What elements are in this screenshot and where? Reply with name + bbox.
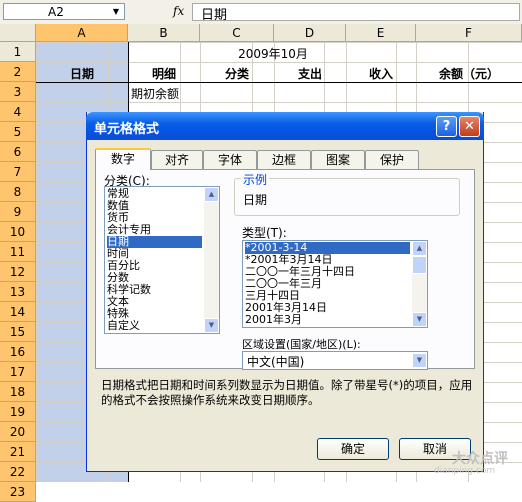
header-cell-expense[interactable]: 支出 xyxy=(274,65,346,82)
row-header[interactable]: 15 xyxy=(0,322,36,342)
row-header[interactable]: 18 xyxy=(0,382,36,402)
row-header[interactable]: 21 xyxy=(0,442,36,462)
select-all-corner[interactable] xyxy=(0,24,36,42)
list-item[interactable]: 自定义 xyxy=(107,320,140,332)
category-list[interactable]: 常规 数值 货币 会计专用 日期 时间 百分比 分数 科学记数 文本 特殊 自定… xyxy=(104,186,220,334)
formula-bar: A2 ▼ fx 日期 xyxy=(0,0,522,25)
tab-number[interactable]: 数字 xyxy=(95,148,151,170)
name-box-value: A2 xyxy=(48,5,64,19)
locale-label: 区域设置(国家/地区)(L): xyxy=(242,338,361,351)
header-border xyxy=(36,82,522,83)
row-header[interactable]: 17 xyxy=(0,362,36,382)
scroll-up-icon[interactable]: ▲ xyxy=(412,241,427,256)
type-scrollbar[interactable]: ▲ ▼ xyxy=(412,241,427,327)
row-header[interactable]: 2 xyxy=(0,62,36,82)
sheet-title[interactable]: 2009年10月 xyxy=(200,45,346,62)
row-header[interactable]: 16 xyxy=(0,342,36,362)
watermark-logo: 大众点评 xyxy=(452,451,508,467)
number-tab-panel: 分类(C): 常规 数值 货币 会计专用 日期 时间 百分比 分数 科学记数 文… xyxy=(95,169,475,370)
category-scrollbar[interactable]: ▲ ▼ xyxy=(204,187,219,333)
name-box[interactable]: A2 ▼ xyxy=(3,3,125,20)
sample-label: 示例 xyxy=(241,171,270,188)
row-header[interactable]: 11 xyxy=(0,242,36,262)
scroll-thumb[interactable] xyxy=(412,256,427,274)
header-cell-detail[interactable]: 明细 xyxy=(128,65,200,82)
fx-icon: fx xyxy=(173,4,185,18)
chevron-down-icon[interactable]: ▼ xyxy=(109,5,123,18)
col-header-e[interactable]: E xyxy=(346,24,416,42)
row-header[interactable]: 10 xyxy=(0,222,36,242)
header-cell-category[interactable]: 分类 xyxy=(200,65,274,82)
row-header[interactable]: 7 xyxy=(0,162,36,182)
scroll-down-icon[interactable]: ▼ xyxy=(412,312,427,327)
row-header[interactable]: 19 xyxy=(0,402,36,422)
type-list[interactable]: *2001-3-14 *2001年3月14日 二〇〇一年三月十四日 二〇〇一年三… xyxy=(242,240,428,328)
scroll-down-icon[interactable]: ▼ xyxy=(204,318,219,333)
locale-value: 中文(中国) xyxy=(247,355,305,369)
dialog-titlebar[interactable]: 单元格格式 ? ✕ xyxy=(86,112,484,140)
tab-protection[interactable]: 保护 xyxy=(365,150,419,169)
format-description: 日期格式把日期和时间系列数显示为日期值。除了带星号(*)的项目，应用的格式不会按… xyxy=(101,378,473,407)
col-header-a[interactable]: A xyxy=(36,24,128,42)
opening-balance-cell[interactable]: 期初余额 xyxy=(131,85,179,102)
tab-patterns[interactable]: 图案 xyxy=(311,150,365,169)
formula-content: 日期 xyxy=(201,8,228,23)
tab-alignment[interactable]: 对齐 xyxy=(151,150,203,169)
help-icon[interactable]: ? xyxy=(436,116,457,137)
row-header[interactable]: 12 xyxy=(0,262,36,282)
col-header-c[interactable]: C xyxy=(200,24,274,42)
header-cell-income[interactable]: 收入 xyxy=(346,65,416,82)
row-header[interactable]: 13 xyxy=(0,282,36,302)
row-header[interactable]: 4 xyxy=(0,102,36,122)
row-header[interactable]: 14 xyxy=(0,302,36,322)
format-cells-dialog: 单元格格式 ? ✕ 数字 对齐 字体 边框 图案 保护 分类(C): 常规 数值… xyxy=(86,112,484,472)
fx-button[interactable]: fx xyxy=(130,0,190,24)
row-header[interactable]: 6 xyxy=(0,142,36,162)
sample-group: 示例 日期 xyxy=(234,171,460,216)
formula-input[interactable]: 日期 xyxy=(192,3,520,23)
row-header[interactable]: 1 xyxy=(0,42,36,62)
row-header[interactable]: 9 xyxy=(0,202,36,222)
row-header[interactable]: 23 xyxy=(0,482,36,502)
chevron-down-icon[interactable]: ▼ xyxy=(412,353,427,368)
row-header[interactable]: 5 xyxy=(0,122,36,142)
row-header[interactable]: 8 xyxy=(0,182,36,202)
scroll-up-icon[interactable]: ▲ xyxy=(204,187,219,202)
row-header[interactable]: 3 xyxy=(0,82,36,102)
ok-button[interactable]: 确定 xyxy=(317,438,389,460)
tab-font[interactable]: 字体 xyxy=(203,150,257,169)
watermark-url: dianping.com xyxy=(434,466,496,476)
col-header-d[interactable]: D xyxy=(274,24,346,42)
locale-select[interactable]: 中文(中国) ▼ xyxy=(242,351,428,370)
col-header-b[interactable]: B xyxy=(128,24,200,42)
row-header[interactable]: 22 xyxy=(0,462,36,482)
header-cell-balance[interactable]: 余额（元） xyxy=(416,65,522,82)
sample-value: 日期 xyxy=(243,193,268,207)
tab-border[interactable]: 边框 xyxy=(257,150,311,169)
dialog-title: 单元格格式 xyxy=(94,122,160,137)
header-cell-date[interactable]: 日期 xyxy=(36,65,128,82)
list-item[interactable]: 2001年3月 xyxy=(245,314,302,326)
row-header[interactable]: 20 xyxy=(0,422,36,442)
col-header-f[interactable]: F xyxy=(416,24,522,42)
close-icon[interactable]: ✕ xyxy=(459,116,480,137)
type-label: 类型(T): xyxy=(242,226,287,240)
